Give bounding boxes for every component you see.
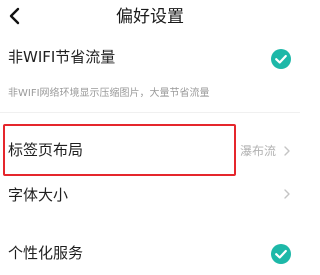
section-divider (0, 112, 300, 113)
font-size-setting[interactable]: 字体大小 (0, 178, 300, 212)
font-size-label: 字体大小 (8, 186, 69, 204)
page-title: 偏好设置 (116, 7, 184, 27)
header-bar: 偏好设置 (0, 0, 300, 34)
wifi-saver-label: 非WIFI节省流量 (8, 48, 116, 66)
tab-layout-value: 瀑布流 (239, 144, 276, 158)
tab-layout-setting[interactable]: 标签页布局 瀑布流 (0, 126, 300, 176)
wifi-saver-hint: 非WIFI网络环境显示压缩图片，大量节省流量 (8, 88, 210, 99)
wifi-saver-setting: 非WIFI节省流量 (0, 44, 300, 76)
personalized-service-label: 个性化服务 (8, 244, 84, 262)
chevron-right-icon (282, 145, 292, 157)
chevron-right-icon (282, 188, 292, 200)
personalized-service-toggle[interactable] (271, 244, 291, 264)
wifi-saver-toggle[interactable] (271, 49, 291, 69)
checkmark-icon (271, 244, 291, 264)
tab-layout-label: 标签页布局 (8, 141, 84, 159)
checkmark-icon (271, 49, 291, 69)
personalized-service-setting: 个性化服务 (0, 238, 300, 268)
